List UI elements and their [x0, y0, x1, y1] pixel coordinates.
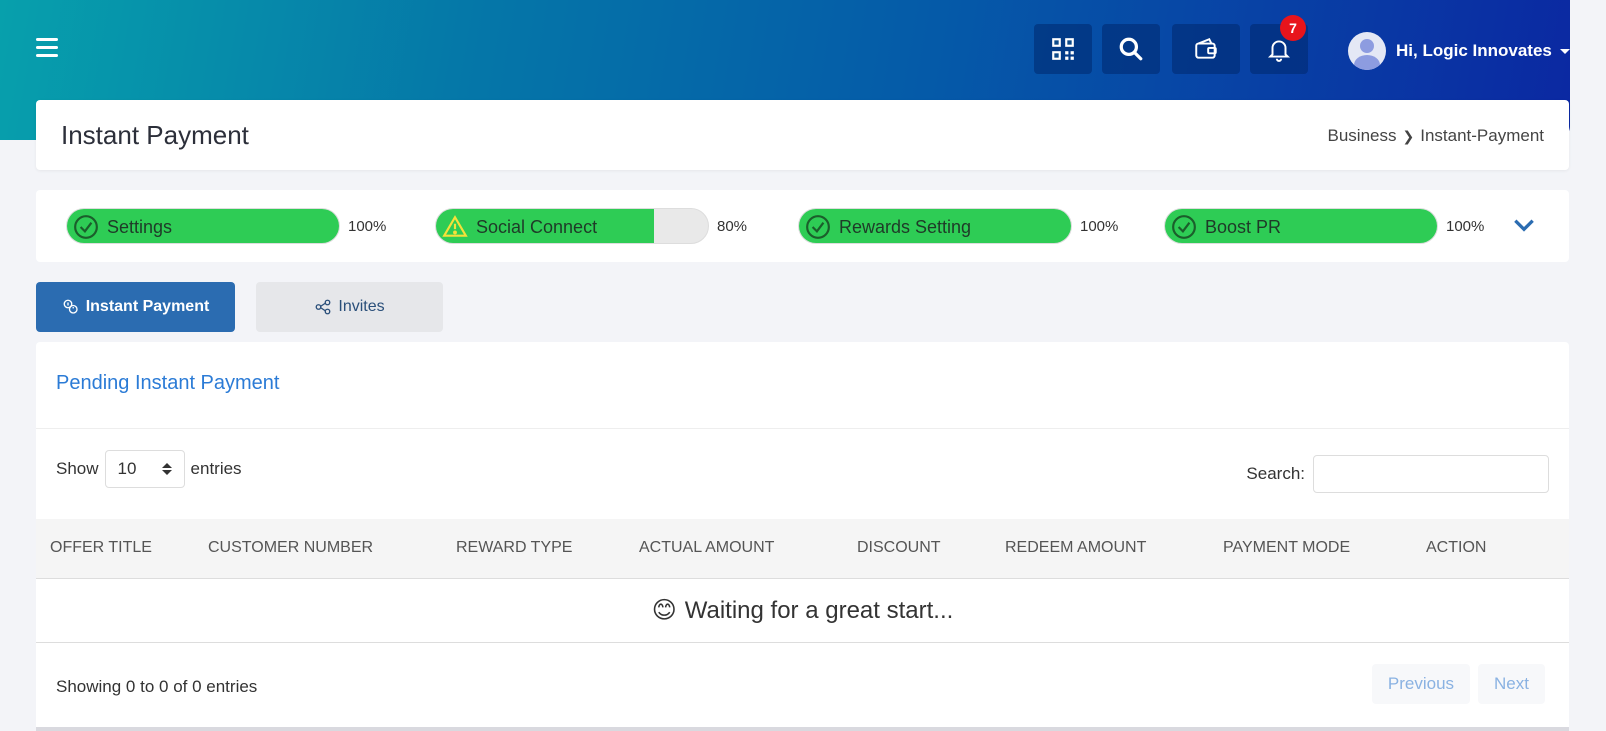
pagination: Previous Next: [1371, 664, 1545, 704]
expand-chevron-icon[interactable]: [1511, 212, 1537, 238]
progress-label: Boost PR: [1205, 217, 1282, 237]
notifications-button[interactable]: 7: [1250, 15, 1308, 74]
user-greeting: Hi, Logic Innovates: [1396, 41, 1552, 60]
tab-instant-payment[interactable]: Instant Payment: [36, 282, 235, 332]
menu-icon[interactable]: [36, 38, 58, 58]
entries-length-control: Show 10 entries: [56, 450, 242, 488]
notification-badge: 7: [1280, 15, 1306, 41]
smiley-icon: 😊: [651, 597, 677, 624]
progress-label: Rewards Setting: [839, 217, 972, 237]
progress-bar: Social Connect: [435, 208, 709, 244]
breadcrumb-instant-payment: Instant-Payment: [1420, 126, 1544, 145]
show-label: Show: [56, 459, 99, 478]
progress-percent: 80%: [717, 217, 748, 235]
search-button[interactable]: [1102, 24, 1160, 74]
share-icon: [315, 299, 331, 315]
breadcrumb: Business ❯ Instant-Payment: [1328, 126, 1545, 146]
next-button[interactable]: Next: [1478, 664, 1545, 704]
search-icon: [1119, 37, 1143, 61]
column-header[interactable]: PAYMENT MODE: [1223, 539, 1350, 557]
check-circle-icon: [806, 215, 830, 239]
column-header[interactable]: ACTION: [1426, 539, 1486, 557]
entries-label: entries: [190, 459, 242, 478]
check-circle-icon: [1172, 215, 1196, 239]
breadcrumb-business[interactable]: Business: [1328, 126, 1397, 146]
search-input[interactable]: [1313, 455, 1549, 493]
chevron-right-icon: ❯: [1402, 127, 1415, 144]
avatar: [1348, 32, 1386, 70]
table-info: Showing 0 to 0 of 0 entries: [56, 677, 258, 696]
empty-message: Waiting for a great start...: [684, 596, 954, 624]
search-label: Search:: [1246, 464, 1305, 483]
tab-label: Invites: [338, 298, 385, 315]
warning-icon: [442, 215, 468, 237]
page-title: Instant Payment: [61, 120, 249, 150]
previous-button[interactable]: Previous: [1371, 664, 1471, 704]
pending-payments-card: Pending Instant Payment Show 10 entries …: [36, 342, 1569, 731]
tab-label: Instant Payment: [85, 298, 210, 315]
entries-value: 10: [117, 459, 137, 478]
progress-social-connect[interactable]: Social Connect 80%: [435, 208, 747, 244]
page-header-card: Instant Payment Business ❯ Instant-Payme…: [36, 100, 1569, 170]
empty-table-row: 😊 Waiting for a great start...: [36, 579, 1569, 643]
table-header: OFFER TITLE CUSTOMER NUMBER REWARD TYPE …: [36, 519, 1569, 579]
payment-icon: [63, 299, 78, 314]
wallet-icon: [1195, 38, 1217, 59]
chevron-down-icon: [1559, 48, 1570, 54]
sort-caret-icon: [161, 463, 172, 475]
qr-code-button[interactable]: [1034, 24, 1092, 74]
wallet-button[interactable]: [1172, 24, 1240, 74]
column-header[interactable]: OFFER TITLE: [50, 539, 152, 557]
progress-label: Settings: [107, 217, 173, 237]
user-menu[interactable]: Hi, Logic Innovates: [1348, 32, 1570, 70]
progress-settings[interactable]: Settings 100%: [66, 208, 386, 244]
section-title: Pending Instant Payment: [56, 372, 280, 394]
progress-percent: 100%: [1446, 217, 1485, 235]
column-header[interactable]: DISCOUNT: [857, 539, 941, 557]
progress-percent: 100%: [348, 217, 387, 235]
qr-code-icon: [1052, 38, 1074, 60]
entries-select[interactable]: 10: [104, 450, 185, 488]
column-header[interactable]: REWARD TYPE: [456, 539, 572, 557]
progress-boost-pr[interactable]: Boost PR 100%: [1164, 208, 1484, 244]
progress-bar: Settings: [66, 208, 340, 244]
scroll-edge: [36, 727, 1569, 731]
progress-rewards-setting[interactable]: Rewards Setting 100%: [798, 208, 1118, 244]
divider: [36, 428, 1569, 429]
progress-label: Social Connect: [476, 217, 598, 237]
progress-bar: Rewards Setting: [798, 208, 1072, 244]
progress-percent: 100%: [1080, 217, 1119, 235]
column-header[interactable]: CUSTOMER NUMBER: [208, 539, 373, 557]
check-circle-icon: [74, 215, 98, 239]
table-search: Search:: [1246, 455, 1549, 493]
tab-invites[interactable]: Invites: [256, 282, 443, 332]
setup-progress-card: Settings 100% Social Connect 80% Rewards…: [36, 190, 1569, 262]
column-header[interactable]: ACTUAL AMOUNT: [639, 539, 774, 557]
progress-bar: Boost PR: [1164, 208, 1438, 244]
column-header[interactable]: REDEEM AMOUNT: [1005, 539, 1146, 557]
